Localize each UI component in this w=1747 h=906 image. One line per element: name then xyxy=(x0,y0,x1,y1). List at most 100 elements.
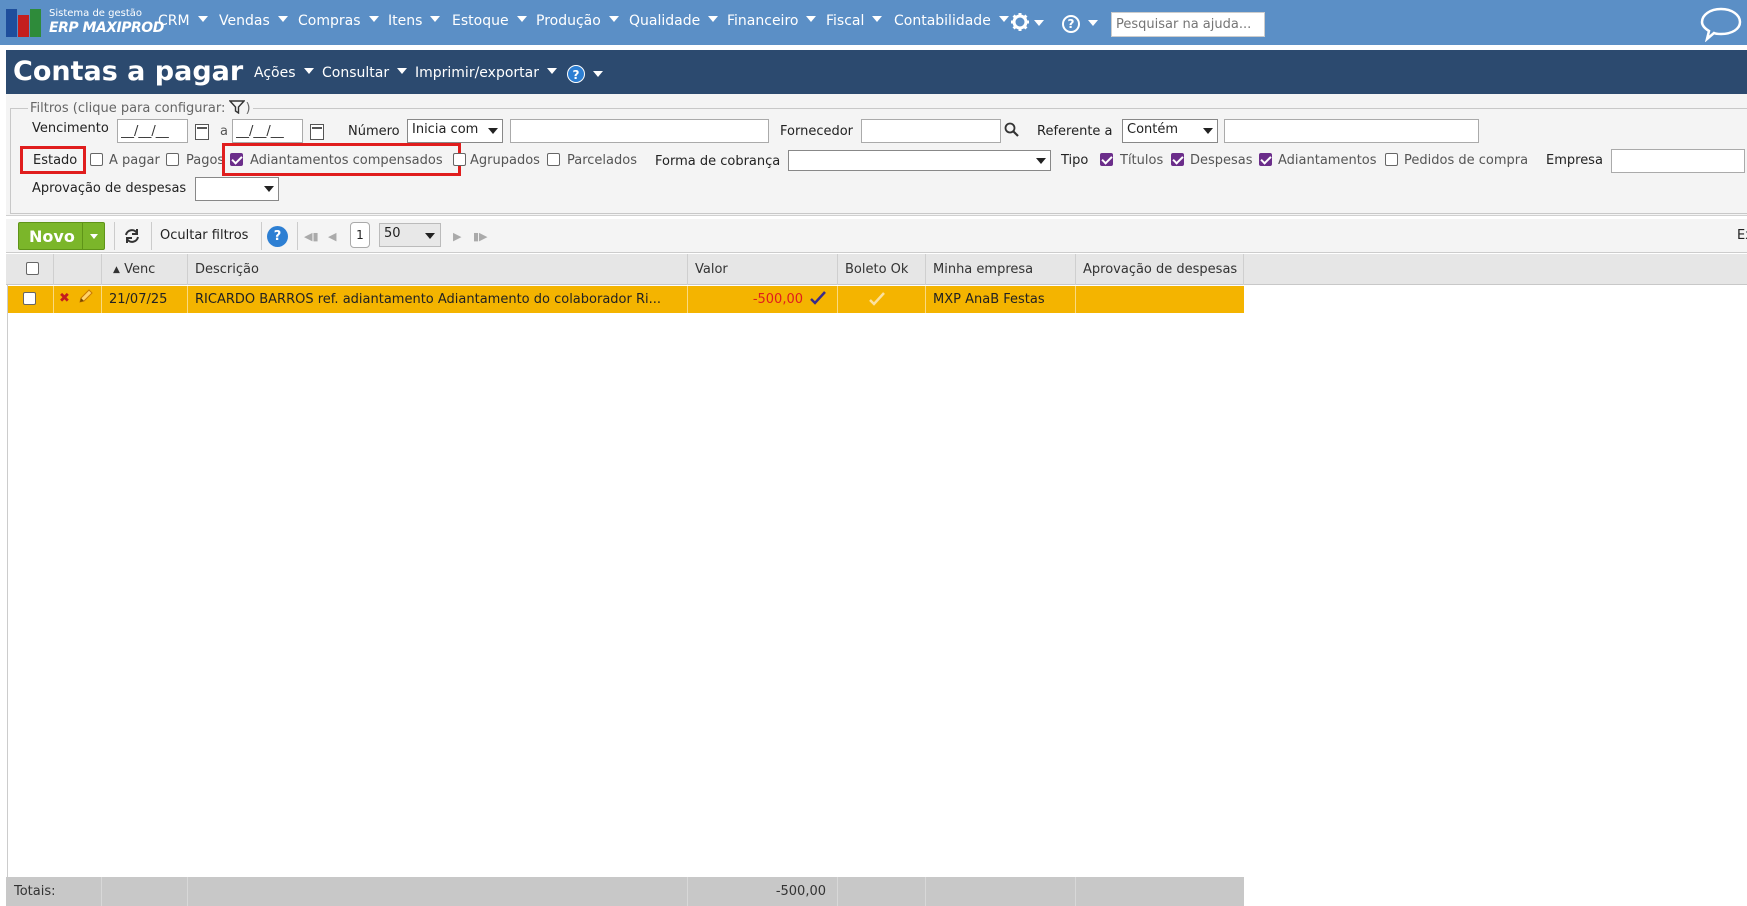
vencimento-from-input[interactable] xyxy=(117,119,188,143)
totals-cell xyxy=(188,877,688,906)
last-page-icon[interactable]: ▮▶ xyxy=(473,230,488,243)
nav-menu-estoque[interactable]: Estoque xyxy=(452,13,527,29)
estado-parcelados-label[interactable]: Parcelados xyxy=(567,153,637,168)
referente-mode-select[interactable]: Contém xyxy=(1122,119,1218,143)
nav-menu-itens[interactable]: Itens xyxy=(388,13,441,29)
caret-down-icon xyxy=(546,68,557,74)
estado-apagar-checkbox[interactable] xyxy=(90,153,103,166)
cell-valor: -500,00 xyxy=(688,286,838,313)
column-header-descricao[interactable]: Descrição xyxy=(188,254,688,285)
chevron-down-icon xyxy=(425,233,435,239)
vencimento-separator: a xyxy=(220,124,228,139)
estado-parcelados-checkbox[interactable] xyxy=(547,153,560,166)
nav-menu-qualidade[interactable]: Qualidade xyxy=(629,13,719,29)
gear-icon[interactable] xyxy=(1010,12,1030,35)
calendar-icon[interactable] xyxy=(195,124,209,140)
nav-menu-contabilidade[interactable]: Contabilidade xyxy=(894,13,1009,29)
totals-label: Totais: xyxy=(6,877,102,906)
row-select-cell xyxy=(8,286,54,313)
hide-filters-button[interactable]: Ocultar filtros xyxy=(160,228,248,243)
estado-pagos-checkbox[interactable] xyxy=(166,153,179,166)
estado-agrupados-checkbox[interactable] xyxy=(453,153,466,166)
tipo-despesas-label[interactable]: Despesas xyxy=(1190,153,1253,168)
page-size-select[interactable]: 50 xyxy=(379,223,441,247)
next-page-icon[interactable]: ▶ xyxy=(453,230,461,243)
column-header-aprovacao[interactable]: Aprovação de despesas xyxy=(1076,254,1244,285)
tipo-despesas-checkbox[interactable] xyxy=(1171,153,1184,166)
help-icon[interactable]: ? xyxy=(267,226,288,247)
filter-funnel-icon[interactable] xyxy=(228,100,247,118)
delete-icon[interactable]: ✖ xyxy=(59,291,70,306)
filters-legend[interactable]: Filtros (clique para configurar: ) xyxy=(28,100,253,118)
menu-label: Ações xyxy=(254,65,296,81)
column-header-valor[interactable]: Valor xyxy=(688,254,838,285)
fornecedor-label: Fornecedor xyxy=(780,124,854,139)
new-button[interactable]: Novo xyxy=(18,222,105,250)
prev-page-icon[interactable]: ◀ xyxy=(328,230,336,243)
page-number-input[interactable]: 1 xyxy=(350,222,370,248)
fornecedor-input[interactable] xyxy=(861,119,1001,143)
referente-input[interactable] xyxy=(1224,119,1479,143)
nav-menu-compras[interactable]: Compras xyxy=(298,13,379,29)
nav-menu-producao[interactable]: Produção xyxy=(536,13,619,29)
help-icon[interactable]: ? xyxy=(567,65,585,83)
tipo-titulos-checkbox[interactable] xyxy=(1100,153,1113,166)
vencimento-label: Vencimento xyxy=(32,121,109,136)
cell-boleto-ok xyxy=(838,286,926,313)
caret-down-icon xyxy=(368,16,379,22)
nav-menu-financeiro[interactable]: Financeiro xyxy=(727,13,817,29)
caret-down-icon xyxy=(277,16,288,22)
help-search-input[interactable] xyxy=(1111,12,1265,37)
page-size-value: 50 xyxy=(384,226,401,241)
new-dropdown-arrow[interactable] xyxy=(82,223,104,249)
caret-down-icon[interactable] xyxy=(1088,20,1098,26)
totals-cell xyxy=(926,877,1076,906)
refresh-icon[interactable] xyxy=(123,228,141,248)
table-row[interactable]: ✖ 21/07/25 RICARDO BARROS ref. adiantame… xyxy=(8,286,1244,313)
select-all-checkbox[interactable] xyxy=(26,262,39,275)
estado-agrupados-label[interactable]: Agrupados xyxy=(470,153,540,168)
aprovacao-select[interactable] xyxy=(195,177,279,201)
row-select-checkbox[interactable] xyxy=(23,292,36,305)
forma-cobranca-select[interactable] xyxy=(788,150,1051,171)
chat-bubble-icon[interactable] xyxy=(1700,6,1742,43)
edit-pencil-icon[interactable] xyxy=(77,289,93,309)
estado-apagar-label[interactable]: A pagar xyxy=(109,153,160,168)
numero-input[interactable] xyxy=(510,119,769,143)
menu-acoes[interactable]: Ações xyxy=(254,65,314,81)
first-page-icon[interactable]: ◀▮ xyxy=(304,230,319,243)
tipo-pedidos-compra-checkbox[interactable] xyxy=(1385,153,1398,166)
help-icon[interactable]: ? xyxy=(1062,15,1080,33)
menu-consultar[interactable]: Consultar xyxy=(322,65,408,81)
numero-mode-select[interactable]: Inicia com xyxy=(407,119,503,143)
nav-menu-label: Estoque xyxy=(452,13,509,29)
calendar-icon[interactable] xyxy=(310,124,324,140)
menu-imprimir-exportar[interactable]: Imprimir/exportar xyxy=(415,65,557,81)
nav-menu-fiscal[interactable]: Fiscal xyxy=(826,13,883,29)
column-header-venc[interactable]: ▲ Venc xyxy=(102,254,188,285)
tipo-titulos-label[interactable]: Títulos xyxy=(1120,153,1163,168)
caret-down-icon[interactable] xyxy=(593,71,603,77)
caret-down-icon[interactable] xyxy=(1034,20,1044,26)
grid-totals-footer: Totais: -500,00 xyxy=(6,877,1244,906)
vencimento-to-input[interactable] xyxy=(232,119,303,143)
tipo-adiantamentos-label[interactable]: Adiantamentos xyxy=(1278,153,1377,168)
tipo-pedidos-compra-label[interactable]: Pedidos de compra xyxy=(1404,153,1528,168)
nav-menu-label: Produção xyxy=(536,13,601,29)
erp-logo[interactable]: Sistema de gestão ERP MAXIPROD xyxy=(6,6,164,40)
export-button[interactable]: Ex xyxy=(1737,228,1747,243)
nav-menu-vendas[interactable]: Vendas xyxy=(219,13,288,29)
grid-left-border xyxy=(7,285,8,877)
caret-down-icon xyxy=(998,16,1009,22)
numero-mode-value: Inicia com xyxy=(412,122,479,137)
filters-legend-close: ) xyxy=(245,101,251,116)
column-header-boleto-ok[interactable]: Boleto Ok xyxy=(838,254,926,285)
tipo-adiantamentos-checkbox[interactable] xyxy=(1259,153,1272,166)
estado-pagos-label[interactable]: Pagos xyxy=(186,153,224,168)
sort-ascending-icon: ▲ xyxy=(113,265,120,275)
empresa-input[interactable] xyxy=(1611,149,1745,173)
actions-column-header xyxy=(54,254,102,285)
nav-menu-crm[interactable]: CRM xyxy=(158,13,208,29)
column-header-minha-empresa[interactable]: Minha empresa xyxy=(926,254,1076,285)
search-icon[interactable] xyxy=(1004,122,1020,142)
